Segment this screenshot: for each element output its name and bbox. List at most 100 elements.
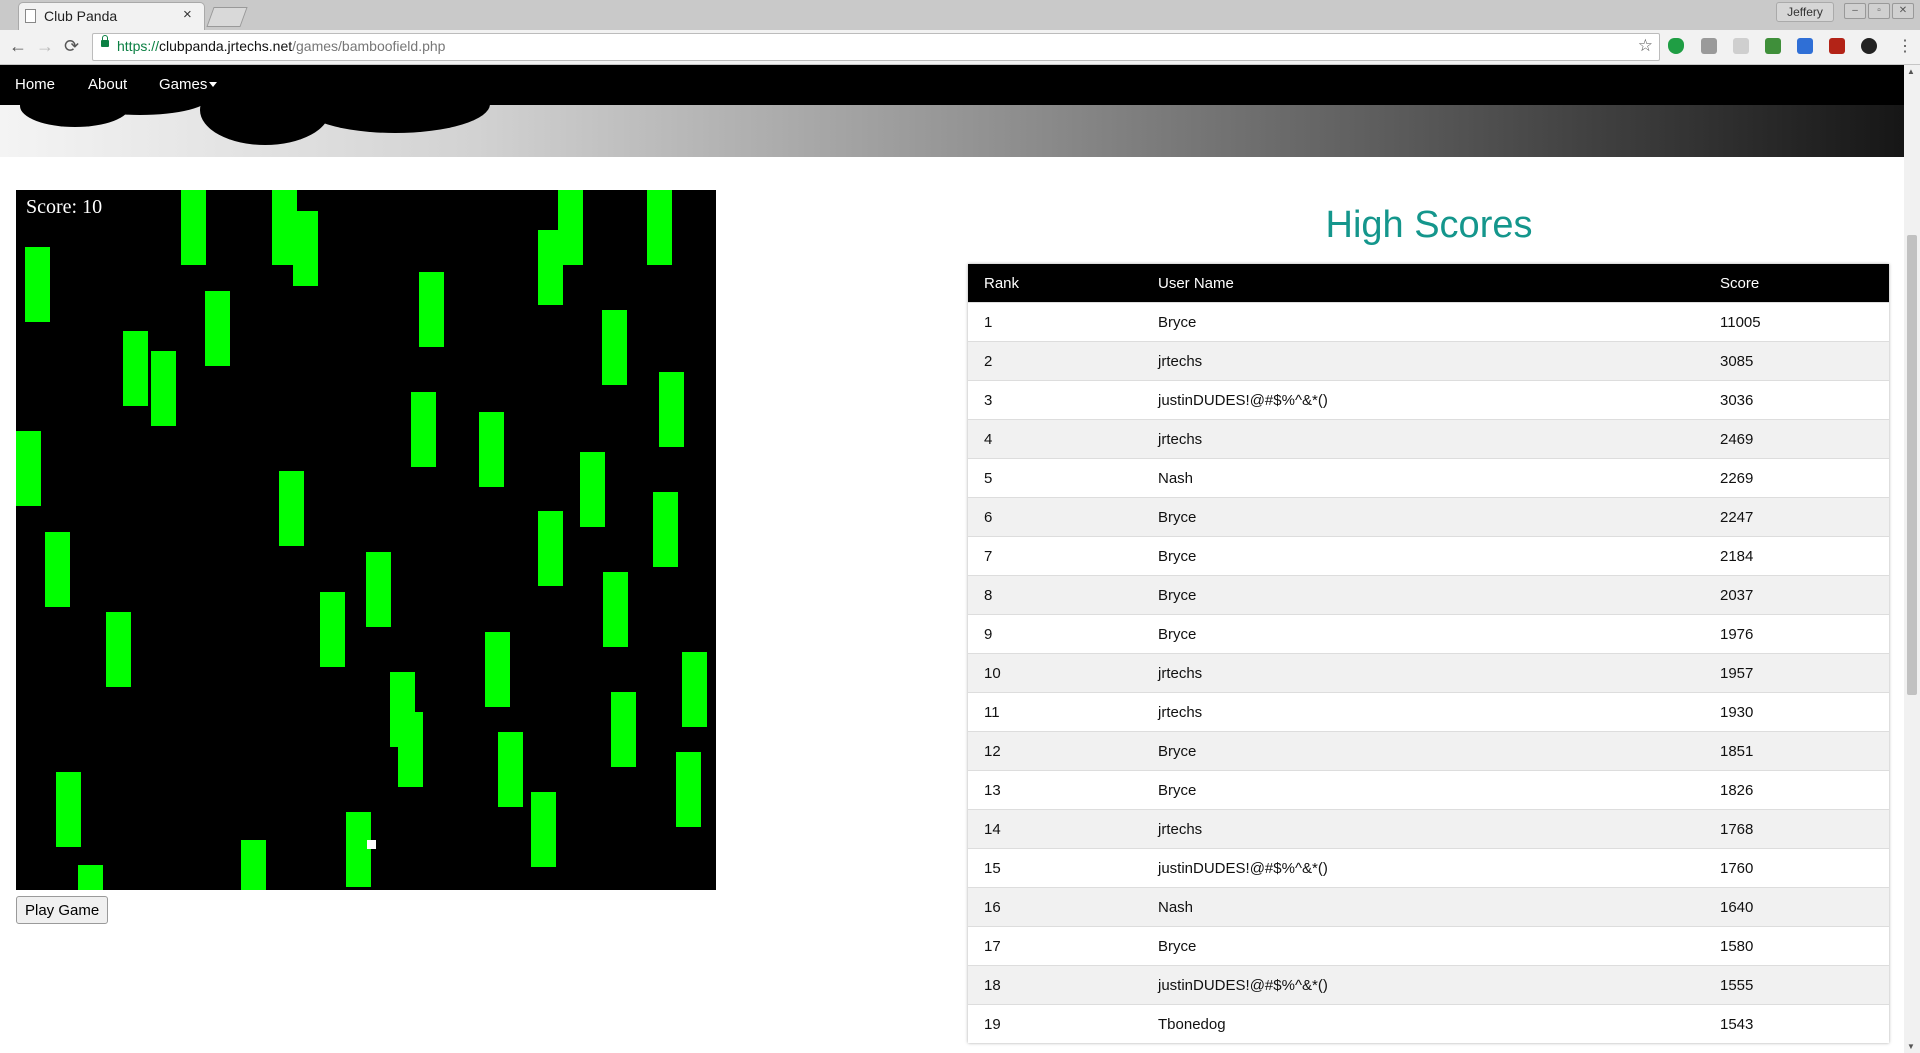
bamboo-stalk (653, 492, 678, 567)
banner-shape (300, 105, 490, 133)
nav-games-dropdown[interactable]: Games (159, 76, 218, 93)
bamboo-stalk (538, 230, 563, 305)
url-text: https://clubpanda.jrtechs.net/games/bamb… (117, 38, 445, 54)
score-cell: 2184 (1704, 536, 1889, 576)
bamboo-stalk (498, 732, 523, 807)
user-name-cell: Bryce (1142, 770, 1704, 810)
score-cell: 1851 (1704, 731, 1889, 771)
close-tab-icon[interactable]: × (183, 6, 192, 23)
user-name-cell: Bryce (1142, 575, 1704, 615)
column-header-score: Score (1704, 264, 1889, 303)
table-row: 3 justinDUDES!@#$%^&*() 3036 (968, 380, 1889, 420)
rank-cell: 17 (968, 926, 1142, 966)
bamboo-stalk (366, 552, 391, 627)
bookmark-star-icon[interactable]: ☆ (1638, 36, 1653, 56)
caret-down-icon (209, 82, 218, 87)
table-row: 10 jrtechs 1957 (968, 653, 1889, 693)
score-display: Score: 10 (26, 196, 103, 218)
user-name-cell: Bryce (1142, 497, 1704, 537)
score-cell: 1930 (1704, 692, 1889, 732)
bamboo-stalk (602, 310, 627, 385)
table-row: 4 jrtechs 2469 (968, 419, 1889, 459)
reload-icon[interactable]: ⟳ (64, 36, 79, 57)
high-scores-title: High Scores (1325, 204, 1533, 246)
score-cell: 2037 (1704, 575, 1889, 615)
table-row: 17 Bryce 1580 (968, 926, 1889, 966)
forward-icon[interactable]: → (36, 36, 54, 57)
pdf-extension-icon[interactable] (1829, 38, 1845, 54)
bamboo-stalk (531, 792, 556, 867)
browser-toolbar: ← → ⟳ https://clubpanda.jrtechs.net/game… (0, 30, 1920, 65)
site-navbar: Home About Games (0, 65, 1904, 105)
camera-extension-icon[interactable] (1701, 38, 1717, 54)
table-row: 6 Bryce 2247 (968, 497, 1889, 537)
scrollbar-thumb[interactable] (1907, 235, 1917, 695)
user-name-cell: Bryce (1142, 536, 1704, 576)
bamboo-stalk (659, 372, 684, 447)
score-cell: 1826 (1704, 770, 1889, 810)
restore-button[interactable]: ▫ (1868, 3, 1890, 19)
score-cell: 1976 (1704, 614, 1889, 654)
rank-cell: 9 (968, 614, 1142, 654)
score-cell: 2269 (1704, 458, 1889, 498)
scroll-up-icon[interactable]: ▲ (1907, 67, 1915, 76)
address-bar[interactable]: https://clubpanda.jrtechs.net/games/bamb… (92, 33, 1660, 61)
close-window-button[interactable]: ✕ (1892, 3, 1914, 19)
minimize-button[interactable]: – (1844, 3, 1866, 19)
user-name-cell: Tbonedog (1142, 1004, 1704, 1043)
header-banner (0, 105, 1904, 157)
bamboo-stalk (25, 247, 50, 322)
game-canvas[interactable]: Score: 10 (16, 190, 716, 890)
user-name-cell: justinDUDES!@#$%^&*() (1142, 965, 1704, 1005)
nav-home-link[interactable]: Home (15, 76, 55, 93)
rank-cell: 6 (968, 497, 1142, 537)
bamboo-stalk (16, 431, 41, 506)
user-name-cell: jrtechs (1142, 653, 1704, 693)
bamboo-stalk (538, 511, 563, 586)
bamboo-stalk (293, 211, 318, 286)
bamboo-stalk (419, 272, 444, 347)
table-row: 13 Bryce 1826 (968, 770, 1889, 810)
table-row: 8 Bryce 2037 (968, 575, 1889, 615)
bamboo-stalk (241, 840, 266, 890)
bamboo-stalk (676, 752, 701, 827)
rank-cell: 1 (968, 302, 1142, 342)
nav-games-label: Games (159, 76, 208, 93)
table-row: 9 Bryce 1976 (968, 614, 1889, 654)
url-scheme: https:// (117, 38, 160, 54)
scroll-down-icon[interactable]: ▼ (1907, 1042, 1915, 1051)
new-tab-button[interactable] (206, 7, 248, 27)
rank-cell: 10 (968, 653, 1142, 693)
bamboo-stalk (106, 612, 131, 687)
score-cell: 3085 (1704, 341, 1889, 381)
table-row: 14 jrtechs 1768 (968, 809, 1889, 849)
gnome-extension-icon[interactable] (1861, 38, 1877, 54)
cloud-extension-icon[interactable] (1733, 38, 1749, 54)
bamboo-stalk (398, 712, 423, 787)
rank-cell: 3 (968, 380, 1142, 420)
rank-cell: 18 (968, 965, 1142, 1005)
play-game-button[interactable]: Play Game (16, 896, 109, 924)
rank-cell: 11 (968, 692, 1142, 732)
image-extension-icon[interactable] (1765, 38, 1781, 54)
score-cell: 11005 (1704, 302, 1889, 342)
user-name-cell: Bryce (1142, 614, 1704, 654)
user-name-cell: jrtechs (1142, 419, 1704, 459)
back-icon[interactable]: ← (9, 36, 27, 57)
bamboo-stalk (647, 190, 672, 265)
menu-kebab-icon[interactable]: ⋮ (1897, 36, 1913, 56)
user-name-cell: Bryce (1142, 926, 1704, 966)
screen-extension-icon[interactable] (1797, 38, 1813, 54)
user-name-cell: Bryce (1142, 302, 1704, 342)
rank-cell: 12 (968, 731, 1142, 771)
user-name-cell: jrtechs (1142, 809, 1704, 849)
bamboo-stalk (320, 592, 345, 667)
score-cell: 1555 (1704, 965, 1889, 1005)
profile-button[interactable]: Jeffery (1776, 2, 1834, 22)
user-name-cell: Bryce (1142, 731, 1704, 771)
player-square (367, 840, 376, 849)
browser-tab[interactable]: Club Panda × (18, 2, 205, 31)
nav-about-link[interactable]: About (88, 76, 127, 93)
bamboo-stalk (580, 452, 605, 527)
shield-extension-icon[interactable] (1668, 38, 1684, 54)
